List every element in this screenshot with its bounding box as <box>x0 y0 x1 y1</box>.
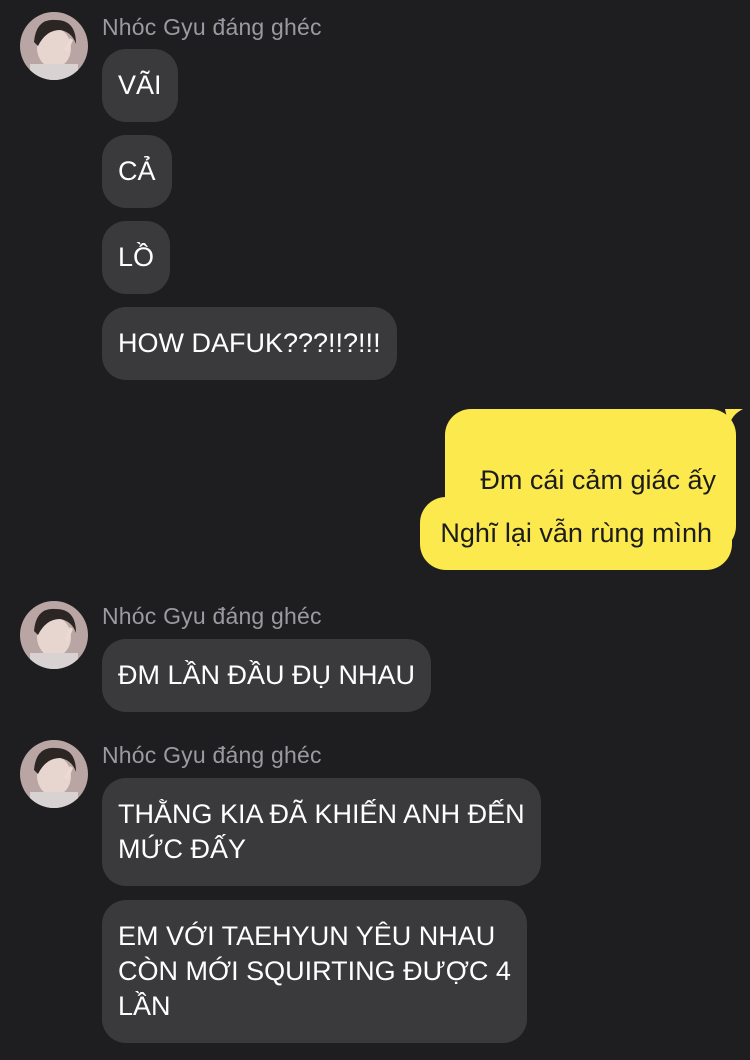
message-bubble[interactable]: ĐM LẦN ĐẦU ĐỤ NHAU <box>102 639 432 712</box>
profile-photo-icon <box>20 601 88 669</box>
message-bubble[interactable]: THẰNG KIA ĐÃ KHIẾN ANH ĐẾN MỨC ĐẤY <box>102 778 541 886</box>
message-bubble[interactable]: VÃI <box>102 49 178 122</box>
profile-photo-icon <box>20 12 88 80</box>
sender-name: Nhóc Gyu đáng ghéc <box>102 14 322 40</box>
message-bubble[interactable]: LỒ <box>102 221 171 294</box>
sender-avatar[interactable] <box>20 740 88 808</box>
bubble-tail-icon <box>725 409 743 427</box>
sender-name: Nhóc Gyu đáng ghéc <box>102 603 322 629</box>
message-bubble[interactable]: CẢ <box>102 135 172 208</box>
sender-name: Nhóc Gyu đáng ghéc <box>102 742 322 768</box>
message-text: Đm cái cảm giác ấy <box>480 465 716 495</box>
sender-avatar[interactable] <box>20 601 88 669</box>
sender-avatar[interactable] <box>20 12 88 80</box>
profile-photo-icon <box>20 740 88 808</box>
outgoing-message-bubble[interactable]: Nghĩ lại vẫn rùng mình <box>420 497 732 570</box>
message-bubble[interactable]: EM VỚI TAEHYUN YÊU NHAU CÒN MỚI SQUIRTIN… <box>102 900 527 1043</box>
message-bubble[interactable]: HOW DAFUK???!!?!!! <box>102 307 397 380</box>
